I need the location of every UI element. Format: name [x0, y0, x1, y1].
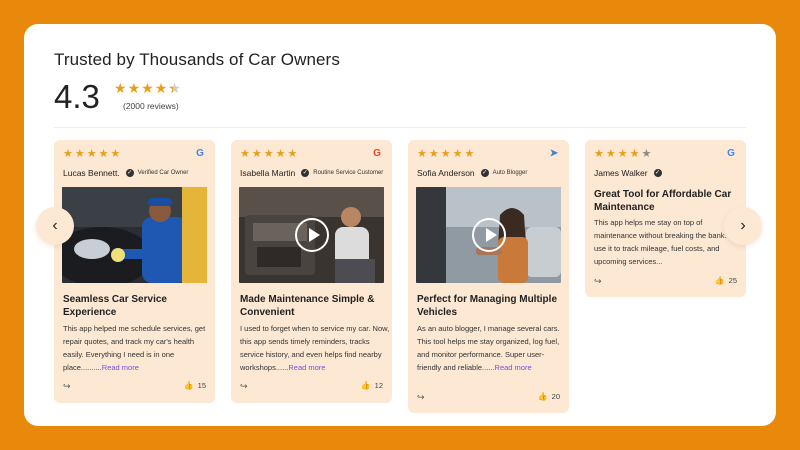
google-icon: G	[196, 148, 204, 159]
star-icon: ★	[110, 148, 121, 160]
average-rating: 4.3	[54, 78, 100, 115]
prev-button[interactable]: ‹	[36, 207, 74, 245]
reviewer: Isabella Martin ✓ Routine Service Custom…	[240, 168, 383, 178]
thumbs-up-icon: 👍	[183, 381, 194, 390]
star-icon: ★	[86, 148, 97, 160]
reviewer-role: Auto Blogger	[492, 170, 528, 176]
star-icon: ★	[605, 148, 616, 160]
reviews-panel: Trusted by Thousands of Car Owners 4.3 ★…	[24, 24, 776, 426]
review-title: Seamless Car Service Experience	[63, 294, 167, 318]
chevron-right-icon: ›	[740, 217, 746, 234]
g2-icon: G	[373, 148, 381, 159]
star-icon: ★	[141, 80, 154, 96]
card-stars: ★ ★ ★ ★ ★	[417, 149, 474, 160]
reviewer: Lucas Bennett. ✓ Verified Car Owner	[63, 168, 188, 178]
star-icon: ★	[417, 148, 427, 160]
play-icon[interactable]	[471, 218, 506, 252]
reviewer-name: Lucas Bennett.	[63, 168, 120, 178]
share-icon[interactable]: ↪	[594, 276, 602, 287]
card-stars: ★ ★ ★ ★ ★	[63, 149, 120, 160]
chevron-left-icon: ‹	[52, 217, 58, 234]
like-count: 12	[374, 381, 383, 390]
divider	[54, 127, 746, 128]
like-count: 15	[197, 381, 206, 390]
star-icon: ★	[263, 148, 274, 160]
star-icon: ★	[275, 148, 286, 160]
star-icon: ★	[74, 148, 85, 160]
review-video[interactable]	[416, 187, 561, 283]
read-more-link[interactable]: Read more	[288, 363, 325, 372]
next-button[interactable]: ›	[724, 207, 762, 245]
star-icon: ★	[629, 148, 640, 160]
average-rating-stars: ★ ★ ★ ★ ★	[114, 81, 181, 95]
thumbs-up-icon: 👍	[537, 392, 548, 401]
like-button[interactable]: 👍 15	[184, 381, 206, 390]
star-icon: ★	[594, 148, 604, 160]
verified-check-icon: ✓	[125, 169, 134, 177]
like-button[interactable]: 👍 25	[715, 276, 737, 285]
play-icon[interactable]	[294, 218, 329, 252]
empty-star-icon: ★	[641, 148, 652, 160]
star-icon: ★	[617, 148, 628, 160]
reviews-count: (2000 reviews)	[123, 101, 179, 111]
star-icon: ★	[464, 148, 475, 160]
read-more-link[interactable]: Read more	[102, 363, 139, 372]
card-stars: ★ ★ ★ ★ ★	[240, 149, 297, 160]
share-icon[interactable]: ↪	[417, 392, 425, 403]
read-more-link[interactable]: Read more	[495, 363, 532, 372]
star-icon: ★	[428, 148, 439, 160]
review-video[interactable]	[239, 187, 384, 283]
reviewer-role: Verified Car Owner	[137, 170, 189, 176]
star-icon: ★	[154, 80, 168, 96]
review-card: ★ ★ ★ ★ ★ G James Walker ✓ Great Tool for Af…	[585, 140, 746, 297]
thumbs-up-icon: 👍	[360, 381, 371, 390]
review-text: This app helped me schedule services, ge…	[63, 322, 213, 374]
star-icon: ★	[127, 80, 141, 96]
star-icon: ★	[98, 148, 109, 160]
verified-check-icon: ✓	[301, 169, 310, 177]
star-icon: ★	[240, 148, 250, 160]
review-text: This app helps me stay on top of mainten…	[594, 218, 731, 266]
section-title: Trusted by Thousands of Car Owners	[54, 50, 340, 69]
review-card: ★ ★ ★ ★ ★ G Lucas Bennett. ✓ Verified Car Ow…	[54, 140, 215, 403]
review-card: ★ ★ ★ ★ ★ G Isabella Martin ✓ Routine Servic…	[231, 140, 392, 403]
share-icon[interactable]: ↪	[240, 381, 248, 392]
verified-check-icon: ✓	[480, 169, 489, 177]
review-card: ★ ★ ★ ★ ★ ➤ Sofia Anderson ✓ Auto Blogger Pe…	[408, 140, 569, 413]
reviewer-name: Isabella Martin	[240, 168, 296, 178]
like-button[interactable]: 👍 12	[361, 381, 383, 390]
share-icon[interactable]: ↪	[63, 381, 71, 392]
reviewer-name: Sofia Anderson	[417, 168, 475, 178]
reviewer: Sofia Anderson ✓ Auto Blogger	[417, 168, 527, 178]
review-title: Made Maintenance Simple & Convenient	[240, 294, 375, 318]
star-icon: ★	[63, 148, 73, 160]
like-button[interactable]: 👍 20	[538, 392, 560, 401]
verified-check-icon: ✓	[653, 169, 662, 177]
review-title: Great Tool for Affordable Car Maintenanc…	[594, 189, 732, 213]
card-stars: ★ ★ ★ ★ ★	[594, 149, 651, 160]
review-photo	[62, 187, 207, 283]
reviewer-role: Routine Service Customer	[313, 170, 384, 176]
google-icon: G	[727, 148, 735, 159]
star-icon: ★	[251, 148, 262, 160]
partial-star-icon: ★	[168, 81, 181, 95]
like-count: 20	[551, 392, 560, 401]
star-icon: ★	[452, 148, 463, 160]
review-text-content: As an auto blogger, I manage several car…	[417, 324, 560, 372]
capterra-icon: ➤	[549, 148, 559, 159]
reviewer-name: James Walker	[594, 168, 648, 178]
star-icon: ★	[114, 80, 127, 96]
review-text: As an auto blogger, I manage several car…	[417, 322, 567, 374]
review-title: Perfect for Managing Multiple Vehicles	[417, 294, 558, 318]
thumbs-up-icon: 👍	[714, 276, 725, 285]
star-icon: ★	[440, 148, 451, 160]
like-count: 25	[728, 276, 737, 285]
star-icon: ★	[287, 148, 298, 160]
reviewer: James Walker ✓	[594, 168, 662, 178]
review-text: I used to forget when to service my car.…	[240, 322, 390, 374]
